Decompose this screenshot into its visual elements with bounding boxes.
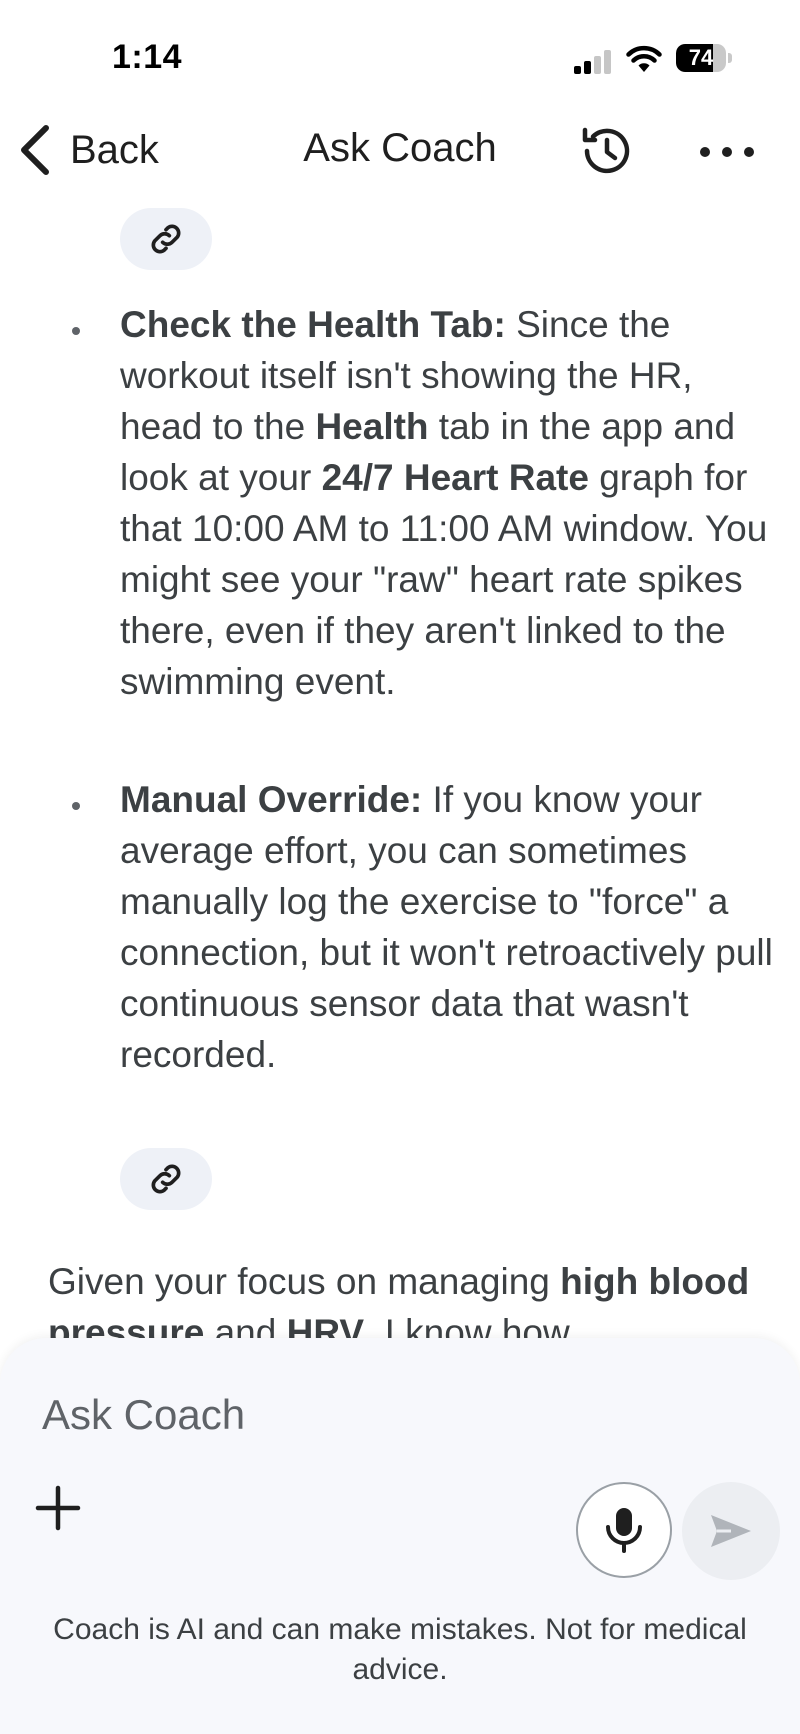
back-button[interactable]: Back [16,118,159,182]
battery-tip [728,53,732,63]
cellular-signal-icon [574,50,611,74]
bullet-bold-segment: 24/7 Heart Rate [321,457,589,498]
composer-panel: Coach is AI and can make mistakes. Not f… [0,1338,800,1734]
battery-indicator: 74 [676,44,732,74]
bullet-text-segment: If you know your average effort, you can… [120,779,773,1075]
status-bar: 1:14 74 [0,0,800,100]
microphone-icon [606,1508,642,1553]
battery-level: 74 [688,45,714,70]
bullet-check-health-tab: Check the Health Tab: Since the workout … [120,299,780,707]
bullet-heading: Manual Override: [120,779,423,820]
closing-paragraph: Given your focus on managing high blood … [48,1256,768,1350]
back-label: Back [70,127,159,172]
chat-transcript[interactable]: Check the Health Tab: Since the workout … [0,190,800,1350]
chevron-left-icon [21,125,49,175]
bullet-marker [72,802,80,810]
bullet-bold-segment: Health [315,406,429,447]
link-icon [151,224,181,254]
app-header: Back Ask Coach [0,110,800,190]
send-icon [711,1515,751,1547]
bullet-manual-override: Manual Override: If you know your averag… [120,774,780,1080]
status-time: 1:14 [112,38,183,76]
link-icon [151,1164,181,1194]
more-options-icon[interactable] [696,132,758,172]
microphone-button[interactable] [576,1482,672,1578]
paragraph-text-segment: Given your focus on managing [48,1261,561,1302]
plus-icon[interactable] [28,1478,88,1538]
source-link-chip[interactable] [120,1148,212,1210]
page-title: Ask Coach [303,126,497,170]
battery-body: 74 [676,44,726,72]
history-icon[interactable] [576,122,634,180]
bullet-heading: Check the Health Tab: [120,304,506,345]
bullet-marker [72,327,80,335]
wifi-icon [626,45,662,72]
ask-coach-input[interactable] [40,1384,744,1446]
ai-disclaimer: Coach is AI and can make mistakes. Not f… [53,1613,747,1686]
send-button[interactable] [682,1482,780,1580]
source-link-chip[interactable] [120,208,212,270]
